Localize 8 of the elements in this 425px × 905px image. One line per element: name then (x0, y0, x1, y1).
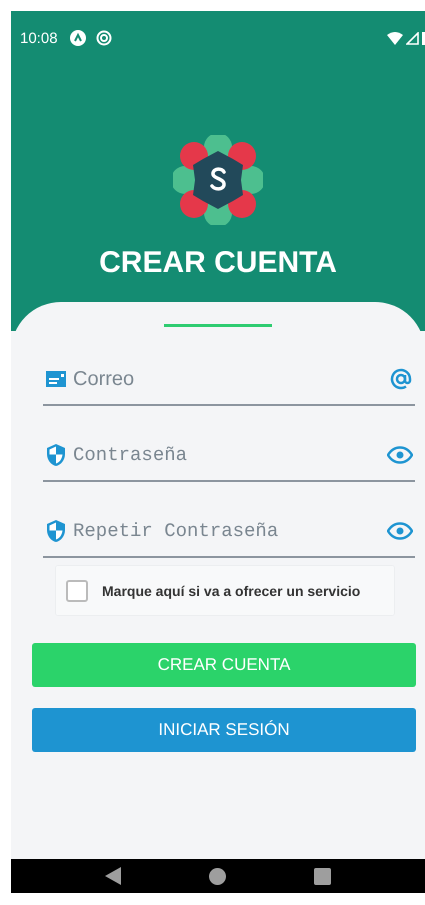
page-title: CREAR CUENTA (99, 246, 337, 280)
email-field[interactable]: Correo (73, 368, 383, 390)
checkbox-label: Marque aquí si va a ofrecer un servicio (102, 582, 360, 598)
password-field[interactable]: Contraseña (73, 444, 381, 466)
create-account-button[interactable]: CREAR CUENTA (32, 643, 416, 687)
password-field[interactable]: Repetir Contraseña (73, 520, 381, 542)
login-button[interactable]: INICIAR SESIÓN (32, 708, 416, 752)
status-time: 10:08 (20, 30, 58, 46)
